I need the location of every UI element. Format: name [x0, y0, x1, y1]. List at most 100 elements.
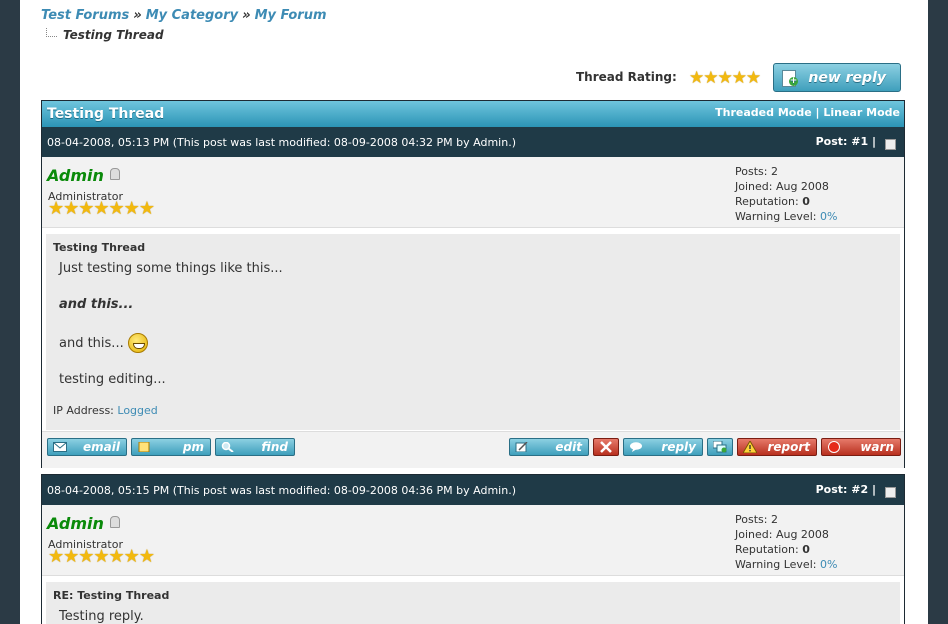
post-subject: Testing Thread	[53, 241, 146, 254]
threaded-mode-link[interactable]: Threaded Mode	[715, 106, 812, 119]
report-button[interactable]: report	[737, 438, 817, 456]
stat-posts: Posts: 2	[735, 513, 778, 526]
delete-x-icon	[600, 441, 612, 453]
thread-header: Testing Thread Threaded Mode | Linear Mo…	[42, 101, 904, 127]
offline-status-icon	[109, 516, 120, 528]
thread-rating-label: Thread Rating:	[576, 70, 677, 84]
pm-label: pm	[182, 440, 204, 454]
stat-posts: Posts: 2	[735, 165, 778, 178]
author-stats: Posts: 2 Joined: Aug 2008 Reputation: 0 …	[735, 164, 837, 224]
grin-smiley-icon	[127, 333, 148, 353]
post-line: and this...	[59, 297, 134, 312]
stat-warning: Warning Level: 0%	[735, 557, 837, 572]
rank-star-icon: ★★★★★★★	[48, 198, 155, 219]
post-number: Post: #1 |	[816, 135, 876, 148]
email-label: email	[83, 440, 120, 454]
post-date: 08-04-2008, 05:13 PM (This post was last…	[47, 136, 516, 149]
new-reply-label: new reply	[808, 69, 886, 86]
post-header: 08-04-2008, 05:15 PM (This post was last…	[42, 475, 904, 505]
magnifier-icon	[221, 442, 234, 452]
email-button[interactable]: email	[47, 438, 127, 456]
pm-button[interactable]: pm	[131, 438, 211, 456]
warn-button[interactable]: warn	[821, 438, 901, 456]
report-label: report	[767, 440, 810, 454]
author-name-link[interactable]: Admin	[47, 514, 104, 533]
multiquote-checkbox[interactable]	[885, 139, 896, 150]
post-line: Just testing some things like this...	[59, 261, 283, 276]
speech-bubble-icon	[630, 442, 642, 452]
stat-reputation: Reputation: 0	[735, 542, 837, 557]
mode-separator: |	[815, 106, 820, 119]
new-reply-button[interactable]: new reply	[773, 63, 901, 92]
post-body: Testing Thread Just testing some things …	[46, 234, 900, 430]
breadcrumb-separator: »	[133, 8, 142, 23]
author-stats: Posts: 2 Joined: Aug 2008 Reputation: 0 …	[735, 512, 837, 572]
author-panel: Admin Administrator ★★★★★★★ Posts: 2 Joi…	[42, 505, 904, 576]
thread-box: Testing Thread Threaded Mode | Linear Mo…	[41, 100, 905, 468]
find-button[interactable]: find	[215, 438, 295, 456]
post-actions: email pm find edit reply report warn	[42, 431, 904, 468]
reputation-value[interactable]: 0	[802, 543, 810, 556]
star-rating-icon[interactable]: ★★★★★	[689, 68, 761, 88]
envelope-icon	[53, 442, 67, 452]
find-label: find	[261, 440, 288, 454]
offline-status-icon	[109, 168, 120, 180]
post-header: 08-04-2008, 05:13 PM (This post was last…	[42, 127, 904, 157]
author-name: Admin	[47, 514, 120, 533]
new-document-icon	[782, 70, 798, 87]
thread-title: Testing Thread	[47, 106, 165, 122]
breadcrumb-forums[interactable]: Test Forums	[41, 8, 129, 23]
rank-stars: ★★★★★★★	[48, 200, 155, 218]
note-icon	[138, 442, 150, 452]
author-panel: Admin Administrator ★★★★★★★ Posts: 2 Joi…	[42, 157, 904, 228]
post-line-with-smiley: and this...	[59, 333, 148, 353]
reputation-label: Reputation:	[735, 543, 803, 556]
warning-triangle-icon	[743, 441, 757, 453]
tree-connector-icon	[46, 28, 57, 37]
breadcrumb-current-label: Testing Thread	[63, 28, 164, 42]
linear-mode-link[interactable]: Linear Mode	[823, 106, 900, 119]
multiquote-icon	[713, 441, 727, 453]
rank-star-icon: ★★★★★★★	[48, 546, 155, 567]
pipe-separator: |	[871, 483, 876, 496]
stat-reputation: Reputation: 0	[735, 194, 837, 209]
stat-joined: Joined: Aug 2008	[735, 528, 829, 541]
reputation-value[interactable]: 0	[802, 195, 810, 208]
ip-address: IP Address: Logged	[53, 404, 158, 417]
warning-level-link[interactable]: 0%	[820, 558, 837, 571]
author-name-link[interactable]: Admin	[47, 166, 104, 185]
warning-label: Warning Level:	[735, 210, 820, 223]
edit-icon	[515, 442, 528, 452]
breadcrumb: Test Forums » My Category » My Forum	[41, 8, 327, 23]
stat-warning: Warning Level: 0%	[735, 209, 837, 224]
post-box: 08-04-2008, 05:15 PM (This post was last…	[41, 474, 905, 624]
rank-stars: ★★★★★★★	[48, 548, 155, 566]
breadcrumb-forum[interactable]: My Forum	[255, 8, 327, 23]
reply-label: reply	[661, 440, 696, 454]
breadcrumb-current: Testing Thread	[46, 28, 164, 42]
pipe-separator: |	[871, 135, 876, 148]
red-circle-icon	[828, 441, 840, 453]
post-line: and this...	[59, 336, 124, 351]
post-line: Testing reply.	[59, 609, 144, 624]
multiquote-checkbox[interactable]	[885, 487, 896, 498]
ip-logged-link[interactable]: Logged	[117, 404, 157, 417]
reply-button[interactable]: reply	[623, 438, 703, 456]
thread-rating: Thread Rating: ★★★★★	[576, 68, 761, 88]
rating-stars[interactable]: ★★★★★	[689, 68, 761, 88]
reputation-label: Reputation:	[735, 195, 803, 208]
warn-label: warn	[860, 440, 894, 454]
warning-level-link[interactable]: 0%	[820, 210, 837, 223]
delete-button[interactable]	[593, 438, 619, 456]
breadcrumb-category[interactable]: My Category	[146, 8, 238, 23]
edit-button[interactable]: edit	[509, 438, 589, 456]
multiquote-button[interactable]	[707, 438, 733, 456]
post-number-link[interactable]: Post: #2	[816, 483, 869, 496]
author-name: Admin	[47, 166, 120, 185]
ip-address-label: IP Address:	[53, 404, 118, 417]
breadcrumb-separator: »	[242, 8, 251, 23]
post-number-link[interactable]: Post: #1	[816, 135, 869, 148]
stat-joined: Joined: Aug 2008	[735, 180, 829, 193]
post-body: RE: Testing Thread Testing reply.	[46, 582, 900, 624]
page: Test Forums » My Category » My Forum Testing…	[20, 0, 928, 624]
